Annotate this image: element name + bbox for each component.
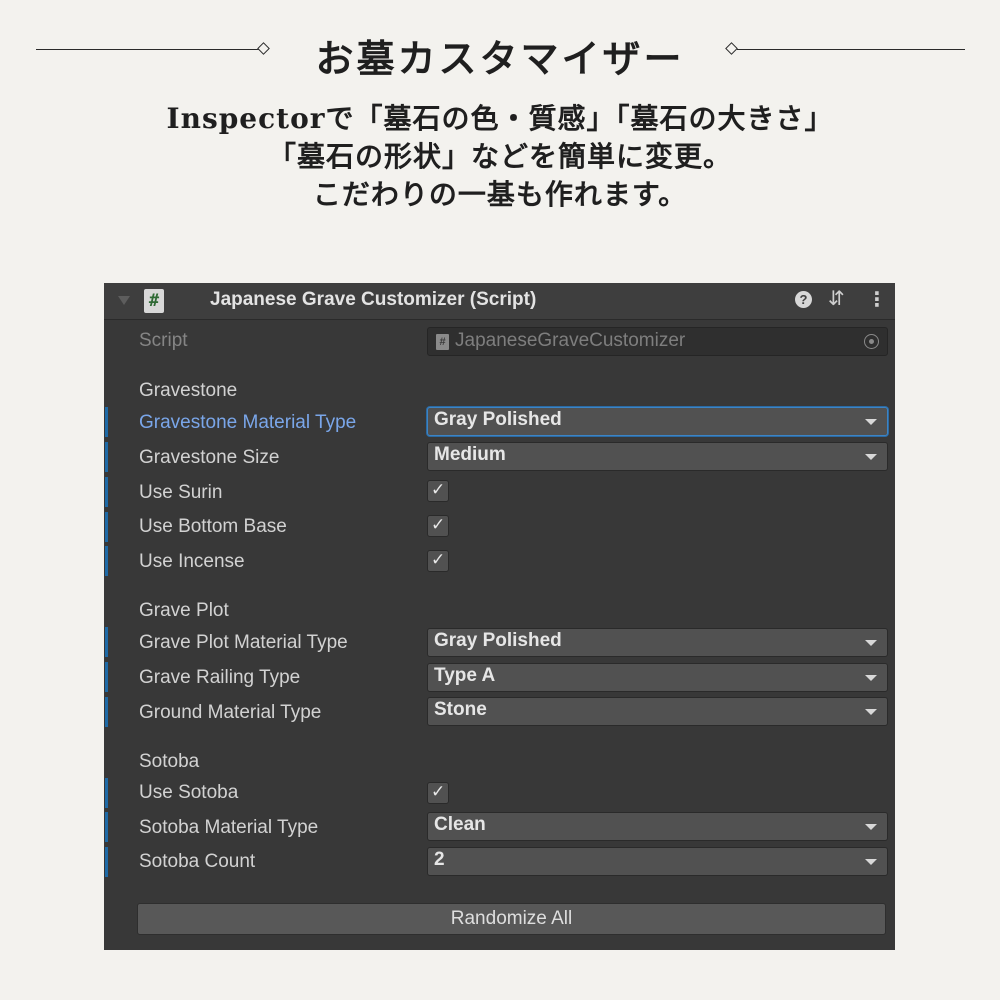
component-header[interactable]: # Japanese Grave Customizer (Script) ? ⇵… — [104, 283, 895, 320]
override-indicator — [105, 778, 108, 808]
promo-subtitle-line: Inspectorで「墓石の色・質感」「墓石の大きさ」 — [166, 102, 834, 135]
grave-plot-material-type-label: Grave Plot Material Type — [139, 632, 348, 653]
override-indicator — [105, 512, 108, 542]
grave-railing-type-label: Grave Railing Type — [139, 667, 301, 688]
gravestone-size-dropdown[interactable]: Medium — [427, 442, 888, 471]
use-bottom-base-label: Use Bottom Base — [139, 516, 287, 537]
title-divider-right — [737, 49, 965, 50]
grave-railing-type-dropdown[interactable]: Type A — [427, 663, 888, 692]
kebab-menu-icon[interactable]: ⋮ — [867, 287, 887, 312]
dropdown-value: 2 — [434, 849, 445, 870]
dropdown-arrow-icon — [865, 454, 877, 460]
override-indicator — [105, 442, 108, 472]
foldout-arrow-icon[interactable] — [118, 296, 130, 305]
section-header-gravestone: Gravestone — [139, 380, 238, 401]
override-indicator — [105, 697, 108, 727]
use-incense-checkbox[interactable]: ✓ — [427, 550, 449, 572]
dropdown-value: Medium — [434, 444, 506, 465]
override-indicator — [105, 407, 108, 437]
script-icon: # — [144, 289, 164, 313]
dropdown-value: Gray Polished — [434, 630, 562, 651]
title-divider-left — [36, 49, 262, 50]
override-indicator — [105, 662, 108, 692]
dropdown-arrow-icon — [865, 419, 877, 425]
section-header-grave-plot: Grave Plot — [139, 600, 229, 621]
override-indicator — [105, 812, 108, 842]
dropdown-value: Stone — [434, 699, 487, 720]
sotoba-material-type-label: Sotoba Material Type — [139, 817, 319, 838]
presets-icon[interactable]: ⇵ — [828, 286, 845, 311]
ground-material-type-label: Ground Material Type — [139, 702, 322, 723]
component-title: Japanese Grave Customizer (Script) — [210, 289, 537, 310]
diamond-ornament-left-icon — [257, 42, 270, 55]
dropdown-value: Gray Polished — [434, 409, 562, 430]
override-indicator — [105, 847, 108, 877]
use-surin-label: Use Surin — [139, 482, 223, 503]
help-icon[interactable]: ? — [795, 291, 812, 308]
dropdown-arrow-icon — [865, 859, 877, 865]
ground-material-type-dropdown[interactable]: Stone — [427, 697, 888, 726]
sotoba-material-type-dropdown[interactable]: Clean — [427, 812, 888, 841]
promo-subtitle-line: 「墓石の形状」などを簡単に変更。 — [267, 140, 732, 173]
promo-title-row: お墓カスタマイザー — [0, 22, 1000, 81]
gravestone-material-type-dropdown[interactable]: Gray Polished — [427, 407, 888, 436]
grave-plot-material-type-dropdown[interactable]: Gray Polished — [427, 628, 888, 657]
use-sotoba-label: Use Sotoba — [139, 782, 239, 803]
use-surin-checkbox[interactable]: ✓ — [427, 480, 449, 502]
script-object-field[interactable]: # JapaneseGraveCustomizer — [427, 327, 888, 356]
use-bottom-base-checkbox[interactable]: ✓ — [427, 515, 449, 537]
dropdown-arrow-icon — [865, 709, 877, 715]
gravestone-material-type-label: Gravestone Material Type — [139, 412, 357, 433]
sotoba-count-label: Sotoba Count — [139, 851, 256, 872]
promo-subtitle: Inspectorで「墓石の色・質感」「墓石の大きさ」 「墓石の形状」などを簡単… — [0, 100, 1000, 214]
checkmark-icon: ✓ — [431, 550, 446, 569]
randomize-all-button[interactable]: Randomize All — [137, 903, 886, 935]
gravestone-size-label: Gravestone Size — [139, 447, 280, 468]
file-icon: # — [436, 334, 449, 350]
diamond-ornament-right-icon — [725, 42, 738, 55]
use-incense-label: Use Incense — [139, 551, 245, 572]
dropdown-arrow-icon — [865, 824, 877, 830]
sotoba-count-dropdown[interactable]: 2 — [427, 847, 888, 876]
checkmark-icon: ✓ — [431, 782, 446, 801]
script-field-label: Script — [139, 330, 188, 351]
dropdown-arrow-icon — [865, 675, 877, 681]
promo-title: お墓カスタマイザー — [315, 36, 685, 81]
checkmark-icon: ✓ — [431, 480, 446, 499]
dropdown-arrow-icon — [865, 640, 877, 646]
script-field-value: JapaneseGraveCustomizer — [455, 330, 686, 351]
promo-subtitle-line: こだわりの一基も作れます。 — [312, 178, 688, 211]
use-sotoba-checkbox[interactable]: ✓ — [427, 782, 449, 804]
dropdown-value: Clean — [434, 814, 486, 835]
checkmark-icon: ✓ — [431, 515, 446, 534]
override-indicator — [105, 546, 108, 576]
inspector-panel: # Japanese Grave Customizer (Script) ? ⇵… — [104, 283, 895, 950]
section-header-sotoba: Sotoba — [139, 751, 200, 772]
override-indicator — [105, 477, 108, 507]
override-indicator — [105, 627, 108, 657]
dropdown-value: Type A — [434, 665, 496, 686]
object-picker-icon[interactable] — [864, 334, 879, 349]
